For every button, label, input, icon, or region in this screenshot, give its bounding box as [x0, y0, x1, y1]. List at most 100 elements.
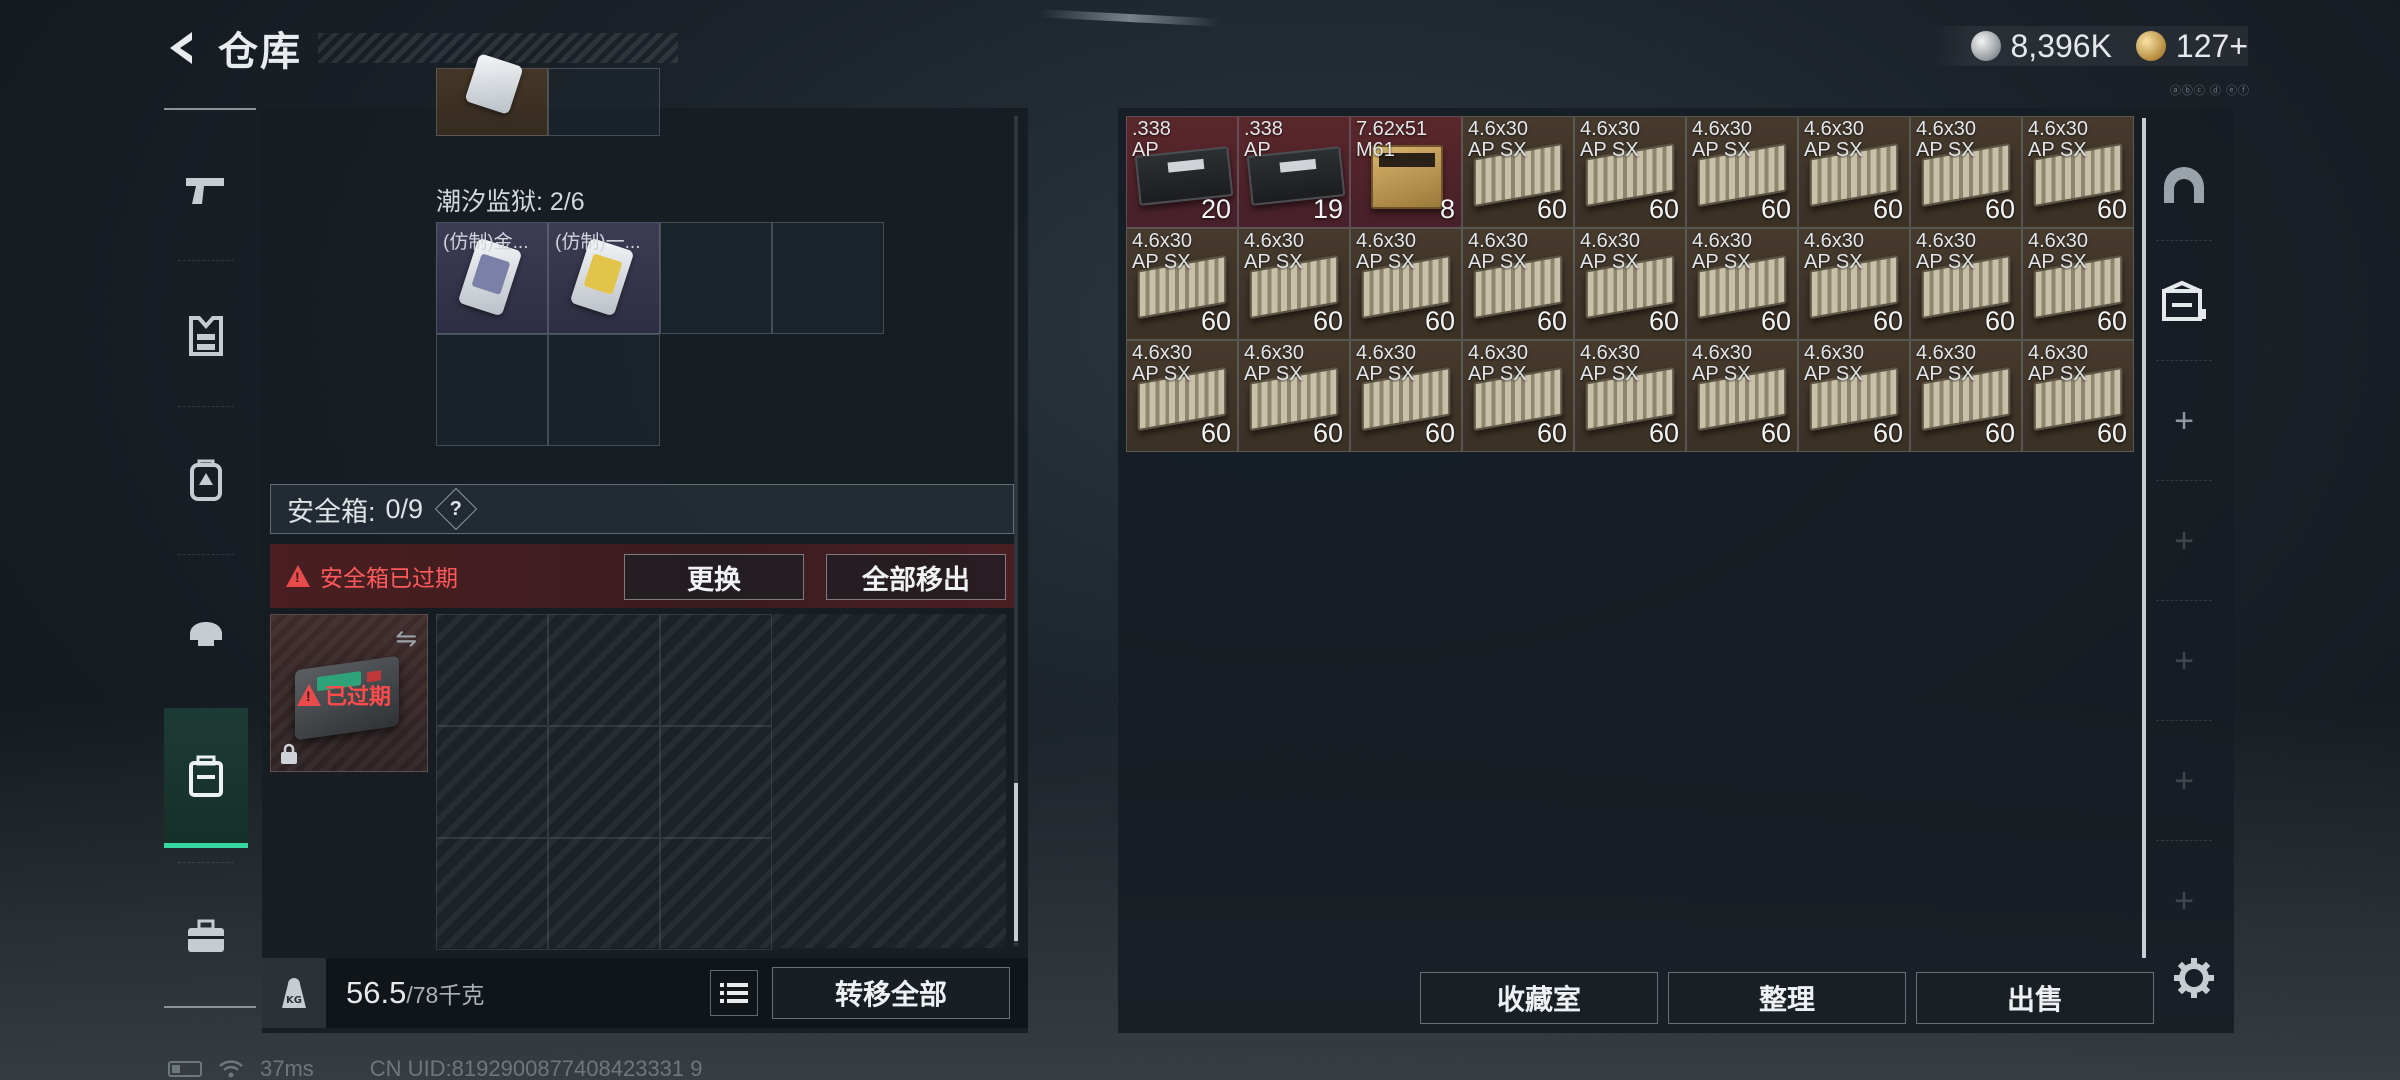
ammo-item[interactable]: 4.6x30 AP SX 60: [1798, 340, 1910, 452]
storage-tab-add[interactable]: +: [2148, 846, 2220, 956]
currency-silver[interactable]: 8,396K: [1970, 28, 2112, 65]
prison-cell-empty[interactable]: [548, 334, 660, 446]
replace-button[interactable]: 更换: [624, 554, 804, 600]
safe-grid-cell[interactable]: [660, 838, 772, 950]
rail-item-toolbox[interactable]: [164, 876, 248, 996]
ammo-item[interactable]: 4.6x30 AP SX 60: [1574, 340, 1686, 452]
inventory-cell[interactable]: [436, 53, 548, 136]
wifi-icon: [219, 1060, 243, 1078]
ammo-count: 60: [1872, 306, 1903, 336]
sell-button[interactable]: 出售: [1916, 972, 2154, 1024]
safe-grid-cell[interactable]: [436, 614, 548, 726]
ammo-count: 60: [1648, 418, 1679, 448]
ammo-item[interactable]: 4.6x30 AP SX 60: [1574, 228, 1686, 340]
rail-item-armor[interactable]: [164, 276, 248, 396]
help-button[interactable]: ?: [434, 487, 478, 531]
storage-tab-add[interactable]: +: [2148, 486, 2220, 596]
sort-button[interactable]: 整理: [1668, 972, 1906, 1024]
ammo-name: .338 AP: [1132, 118, 1171, 161]
transfer-all-button[interactable]: 转移全部: [772, 967, 1010, 1019]
ammo-count: 60: [1984, 194, 2015, 224]
keycard-stripe: [471, 253, 511, 295]
safe-grid-cell[interactable]: [660, 614, 772, 726]
ammo-item[interactable]: 4.6x30 AP SX 60: [1462, 228, 1574, 340]
rail-separator: [2156, 480, 2212, 481]
ammo-item[interactable]: 4.6x30 AP SX 60: [1910, 116, 2022, 228]
storage-tab-dome[interactable]: [2148, 130, 2220, 240]
prison-item-label: (仿制)一...: [555, 232, 641, 253]
ammo-item[interactable]: 7.62x51 M61 8: [1350, 116, 1462, 228]
ammo-item[interactable]: 4.6x30 AP SX 60: [1686, 116, 1798, 228]
ammo-item[interactable]: 4.6x30 AP SX 60: [1574, 116, 1686, 228]
rail-item-weapon[interactable]: [164, 130, 248, 250]
prison-cell-empty[interactable]: [436, 334, 548, 446]
storage-tab-add[interactable]: +: [2148, 726, 2220, 836]
ammo-item[interactable]: 4.6x30 AP SX 60: [1686, 228, 1798, 340]
ammo-item[interactable]: 4.6x30 AP SX 60: [1798, 116, 1910, 228]
prison-item-label: (仿制)金...: [443, 232, 529, 253]
ammo-item[interactable]: 4.6x30 AP SX 60: [1238, 228, 1350, 340]
silver-coin-icon: [1970, 31, 2001, 61]
ammo-item[interactable]: 4.6x30 AP SX 60: [1686, 340, 1798, 452]
list-view-button[interactable]: [710, 970, 758, 1016]
move-all-out-button[interactable]: 全部移出: [826, 554, 1006, 600]
inventory-cell[interactable]: [548, 68, 660, 136]
lock-icon: [281, 743, 297, 764]
ammo-item[interactable]: 4.6x30 AP SX 60: [1126, 228, 1238, 340]
ammo-name: 4.6x30 AP SX: [1468, 342, 1529, 385]
ammo-item[interactable]: .338 AP 19: [1238, 116, 1350, 228]
ammo-item[interactable]: 4.6x30 AP SX 60: [1350, 228, 1462, 340]
ammo-item[interactable]: 4.6x30 AP SX 60: [1126, 340, 1238, 452]
rail-item-backpack[interactable]: [164, 420, 248, 540]
ammo-item[interactable]: 4.6x30 AP SX 60: [1462, 116, 1574, 228]
ammo-item[interactable]: 4.6x30 AP SX 60: [2022, 340, 2134, 452]
currency-bar: 8,396K 127+: [1930, 26, 2248, 66]
safe-grid-cell[interactable]: [436, 726, 548, 838]
prison-cell-empty[interactable]: [660, 222, 772, 334]
ammo-count: 60: [1312, 418, 1343, 448]
safe-box-slot[interactable]: 已过期 ⇋: [270, 614, 428, 772]
ammo-name: 4.6x30 AP SX: [1804, 230, 1865, 273]
rail-item-helmet[interactable]: [164, 568, 248, 688]
ammo-count: 8: [1439, 194, 1455, 224]
ammo-item[interactable]: 4.6x30 AP SX 60: [1910, 228, 2022, 340]
ammo-item[interactable]: 4.6x30 AP SX 60: [1798, 228, 1910, 340]
prison-cell-empty[interactable]: [772, 222, 884, 334]
ammo-count: 60: [1536, 306, 1567, 336]
safe-box-bar: 安全箱: 0/9 ?: [270, 484, 1014, 534]
safe-grid-cell[interactable]: [436, 838, 548, 950]
ammo-count: 60: [1984, 418, 2015, 448]
safe-grid-cell[interactable]: [548, 838, 660, 950]
ammo-item[interactable]: .338 AP 20: [1126, 116, 1238, 228]
ammo-item[interactable]: 4.6x30 AP SX 60: [2022, 228, 2134, 340]
storage-tab-add[interactable]: +: [2148, 606, 2220, 716]
back-button[interactable]: [160, 24, 208, 72]
ammo-item[interactable]: 4.6x30 AP SX 60: [1910, 340, 2022, 452]
safe-grid-cell[interactable]: [660, 726, 772, 838]
ammo-item[interactable]: 4.6x30 AP SX 60: [1462, 340, 1574, 452]
case-icon: [189, 755, 223, 797]
dome-icon: [2164, 167, 2204, 203]
ammo-item[interactable]: 4.6x30 AP SX 60: [1238, 340, 1350, 452]
prison-item-2[interactable]: (仿制)一...: [548, 222, 660, 334]
warehouse-scrollbar[interactable]: [2142, 118, 2146, 958]
settings-gear-icon[interactable]: [2172, 956, 2216, 1000]
ammo-count: 60: [2096, 194, 2127, 224]
vest-icon: [189, 316, 223, 356]
safe-grid-cell[interactable]: [548, 726, 660, 838]
rail-item-safe-case[interactable]: [164, 708, 248, 848]
swap-icon[interactable]: ⇋: [395, 623, 417, 654]
ammo-name: 4.6x30 AP SX: [1580, 118, 1641, 161]
prison-item-1[interactable]: (仿制)金...: [436, 222, 548, 334]
storage-tab-add[interactable]: +: [2148, 366, 2220, 476]
ammo-name: 4.6x30 AP SX: [1132, 230, 1193, 273]
ammo-item[interactable]: 4.6x30 AP SX 60: [2022, 116, 2134, 228]
page-title: 仓库: [218, 30, 302, 74]
left-scrollbar-thumb[interactable]: [1014, 783, 1018, 941]
collection-room-button[interactable]: 收藏室: [1420, 972, 1658, 1024]
safe-grid-cell[interactable]: [548, 614, 660, 726]
currency-gold[interactable]: 127+: [2135, 28, 2248, 65]
storage-tab-warehouse[interactable]: [2148, 246, 2220, 356]
ammo-item[interactable]: 4.6x30 AP SX 60: [1350, 340, 1462, 452]
ammo-name: 4.6x30 AP SX: [1804, 118, 1865, 161]
